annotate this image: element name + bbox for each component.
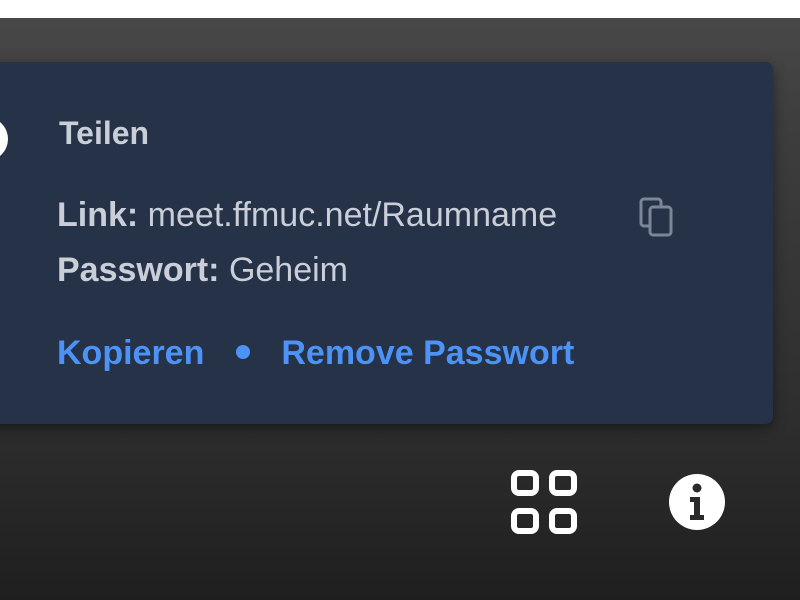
separator-dot	[236, 345, 251, 360]
popup-title: Teilen	[59, 115, 150, 151]
remove-password-button[interactable]: Remove Passwort	[281, 334, 574, 372]
top-strip	[0, 0, 800, 18]
password-label: Passwort:	[57, 251, 220, 289]
tile-view-icon[interactable]	[508, 468, 580, 536]
link-row: Link: meet.ffmuc.net/Raumname	[57, 194, 557, 236]
password-row: Passwort: Geheim	[57, 249, 348, 291]
copy-button[interactable]: Kopieren	[57, 334, 204, 372]
password-value: Geheim	[228, 251, 349, 289]
info-icon[interactable]	[667, 472, 727, 532]
popup-actions: Kopieren Remove Passwort	[57, 331, 574, 375]
link-label: Link:	[57, 196, 139, 234]
copy-icon[interactable]	[638, 196, 676, 238]
link-value[interactable]: meet.ffmuc.net/Raumname	[148, 196, 557, 234]
